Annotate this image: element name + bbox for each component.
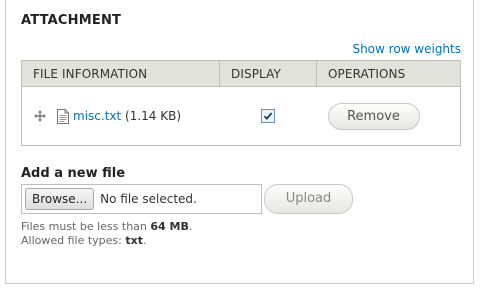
size-limit-text: Files must be less than 64 MB.: [21, 220, 192, 234]
add-new-file-label: Add a new file: [21, 166, 126, 181]
file-info-cell: misc.txt (1.14 KB): [21, 86, 220, 146]
show-row-weights-link[interactable]: Show row weights: [352, 42, 461, 56]
display-checkbox[interactable]: [261, 109, 275, 124]
text-file-icon: [57, 108, 69, 124]
table-row: misc.txt (1.14 KB) Remove: [21, 86, 461, 146]
allowed-types-prefix: Allowed file types:: [21, 234, 126, 247]
file-upload-description: Files must be less than 64 MB. Allowed f…: [21, 220, 192, 248]
browse-button[interactable]: Browse...: [25, 188, 95, 210]
file-input[interactable]: Browse... No file selected.: [21, 184, 262, 214]
attachments-table: FILE INFORMATION DISPLAY OPERATIONS misc…: [21, 60, 461, 146]
allowed-types-value: txt: [125, 234, 143, 247]
header-file-information: FILE INFORMATION: [21, 60, 220, 87]
allowed-types-text: Allowed file types: txt.: [21, 234, 192, 248]
header-operations: OPERATIONS: [316, 60, 461, 87]
size-limit-suffix: .: [188, 220, 193, 233]
size-limit-prefix: Files must be less than: [21, 220, 151, 233]
no-file-selected-text: No file selected.: [100, 192, 197, 206]
fieldset-legend: ATTACHMENT: [21, 13, 122, 28]
table-header-row: FILE INFORMATION DISPLAY OPERATIONS: [21, 60, 461, 87]
file-link[interactable]: misc.txt: [73, 109, 121, 123]
size-limit-value: 64 MB: [150, 220, 189, 233]
allowed-types-suffix: .: [143, 234, 147, 247]
display-cell: [219, 86, 317, 146]
drag-handle-icon[interactable]: [33, 109, 47, 123]
remove-button[interactable]: Remove: [327, 102, 420, 130]
header-display: DISPLAY: [219, 60, 317, 87]
upload-button[interactable]: Upload: [264, 184, 353, 214]
file-size: (1.14 KB): [125, 108, 182, 123]
operations-cell: Remove: [316, 86, 461, 146]
